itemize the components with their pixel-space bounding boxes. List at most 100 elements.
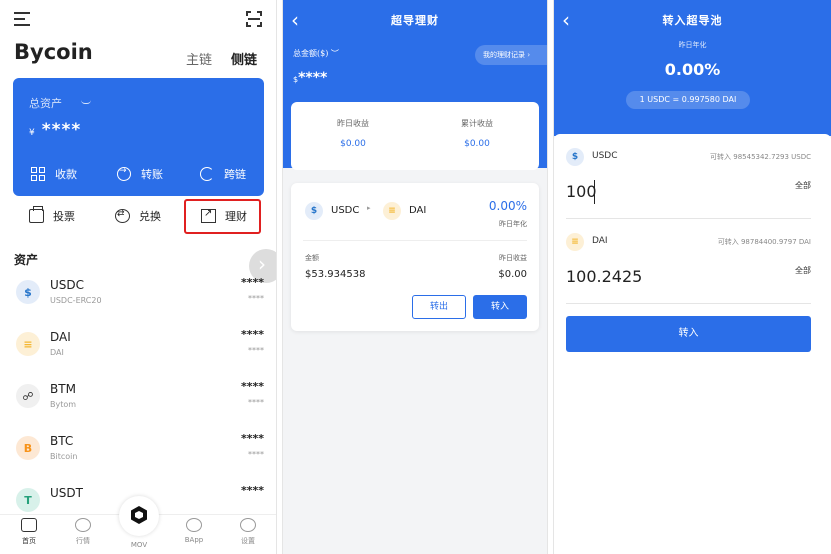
token-row[interactable]: ☍ BTM Bytom **** **** [0,374,276,426]
qr-grid-icon [31,167,45,181]
total-amount-label: 总金额($) ︶ [293,48,339,59]
my-records-label: 我的理财记录 [483,51,525,59]
confirm-deposit-button[interactable]: 转入 [566,316,811,352]
top-bar [0,0,276,36]
token-name: USDC [50,278,85,292]
usdc-input-underline [566,218,811,219]
mov-logo-icon [131,506,147,524]
cumulative-income-label: 累计收益 [461,119,493,128]
finance-highlight-box [184,199,261,234]
pool-product-card[interactable]: $ USDC ▸ ≡ DAI 0.00% 昨日年化 金额 昨日收益 $53.93… [291,183,539,331]
nav-bapp-label: BApp [184,536,204,544]
usdc-available: 可转入 98545342.7293 USDC [710,153,811,161]
currency-symbol: ¥ [29,128,36,138]
product-yesterday-value: $0.00 [498,269,527,280]
dai-amount-input[interactable]: 100.2425 [566,267,812,286]
mov-center-button[interactable] [119,496,159,536]
eye-closed-icon[interactable] [81,100,91,104]
tab-main-chain[interactable]: 主链 [186,49,212,68]
token-network: DAI [50,348,64,357]
nav-mov-label: MOV [130,541,148,549]
deposit-button[interactable]: 转入 [473,295,527,319]
token-dai-icon: ≡ [16,332,40,356]
amount-label: 金额 [305,254,319,262]
token-balance: **** [240,484,264,497]
nav-bapp[interactable]: BApp [174,517,214,544]
annual-rate-label: 昨日年化 [678,41,707,49]
deposit-form: $ USDC 可转入 98545342.7293 USDC 全部 100 ≡ D… [554,134,831,554]
cumulative-income-value: $0.00 [464,139,490,149]
token-name: BTC [50,434,74,448]
pair-to: DAI [409,205,427,216]
token-row[interactable]: B BTC Bitcoin **** **** [0,426,276,478]
token-usdt-icon: T [16,488,40,512]
transfer-button[interactable]: 转账 [117,166,163,182]
nav-home-label: 首页 [22,537,36,545]
token-balance: **** [240,380,264,393]
cross-chain-label: 跨链 [224,168,246,181]
total-assets-amount: **** [41,120,82,140]
yesterday-income-label: 昨日收益 [337,119,369,128]
wallet-home-screen: Bycoin 主链 侧链 总资产 ¥ **** 收款 转账 跨链 投票 [0,0,277,554]
vote-button[interactable]: 投票 [29,206,75,224]
nav-settings-label: 设置 [241,537,255,545]
nav-market-label: 行情 [76,537,90,545]
nav-market[interactable]: 行情 [63,517,103,546]
super-finance-screen: ‹ 超导理财 总金额($) ︶ $**** 我的理财记录 › 昨日收益 $0.0… [282,0,548,554]
cross-chain-button[interactable]: 跨链 [200,166,246,182]
token-usdc-icon: $ [16,280,40,304]
usdc-coin-icon: $ [305,202,323,220]
token-name: DAI [50,330,71,344]
nav-mov[interactable]: MOV [119,541,159,549]
token-fiat-value: **** [248,294,264,303]
dai-available: 可转入 98784400.9797 DAI [717,238,811,246]
gear-icon [240,518,256,532]
token-balance: **** [240,328,264,341]
scan-icon[interactable] [246,11,262,27]
nav-home[interactable]: 首页 [9,517,49,546]
transfer-arrow-icon [117,166,131,181]
dai-coin-icon: ≡ [566,233,584,251]
transfer-label: 转账 [141,168,163,181]
total-assets-label: 总资产 [29,97,62,110]
yesterday-income: 昨日收益 $0.00 [291,118,415,149]
annual-rate: 0.00% [488,199,527,213]
market-chart-icon [75,518,91,532]
menu-icon[interactable] [14,12,30,26]
token-fiat-value: **** [248,450,264,459]
yesterday-income-value: $0.00 [340,139,366,149]
dai-input-underline [566,303,811,304]
eye-closed-icon[interactable]: ︶ [331,49,339,58]
cumulative-income: 累计收益 $0.00 [415,118,539,149]
token-name: USDT [50,486,83,500]
deposit-pool-screen: ‹ 转入超导池 昨日年化 0.00% 1 USDC = 0.997580 DAI… [553,0,831,554]
total-amount-value: **** [298,70,328,86]
total-assets-card: 总资产 ¥ **** 收款 转账 跨链 [13,78,264,196]
card-actions: 收款 转账 跨链 [13,162,264,192]
dai-label: DAI [592,236,608,246]
nav-settings[interactable]: 设置 [228,517,268,546]
annual-rate: 0.00% [664,60,721,79]
token-balance: **** [240,432,264,445]
token-row[interactable]: ≡ DAI DAI **** **** [0,322,276,374]
tab-side-chain[interactable]: 侧链 [231,49,257,68]
usdc-amount-input[interactable]: 100 [566,182,812,201]
income-summary-card: 昨日收益 $0.00 累计收益 $0.00 [291,102,539,170]
withdraw-button[interactable]: 转出 [412,295,466,319]
amount-value: $53.934538 [305,269,366,280]
exchange-rate-badge: 1 USDC = 0.997580 DAI [626,91,750,109]
receive-button[interactable]: 收款 [31,166,77,182]
assets-section-title: 资产 [14,253,39,267]
swap-button[interactable]: 兑换 [115,208,161,224]
my-records-button[interactable]: 我的理财记录 › [475,45,547,65]
product-yesterday-label: 昨日收益 [499,254,527,262]
vote-label: 投票 [53,210,75,223]
token-row[interactable]: $ USDC USDC-ERC20 **** **** [0,270,276,322]
page-title: 转入超导池 [662,14,723,27]
app-title: Bycoin [14,40,93,64]
swap-label: 兑换 [139,210,161,223]
vote-icon [29,206,44,223]
token-network: Bitcoin [50,452,78,461]
usdc-coin-icon: $ [566,148,584,166]
ethereum-icon [186,518,202,532]
